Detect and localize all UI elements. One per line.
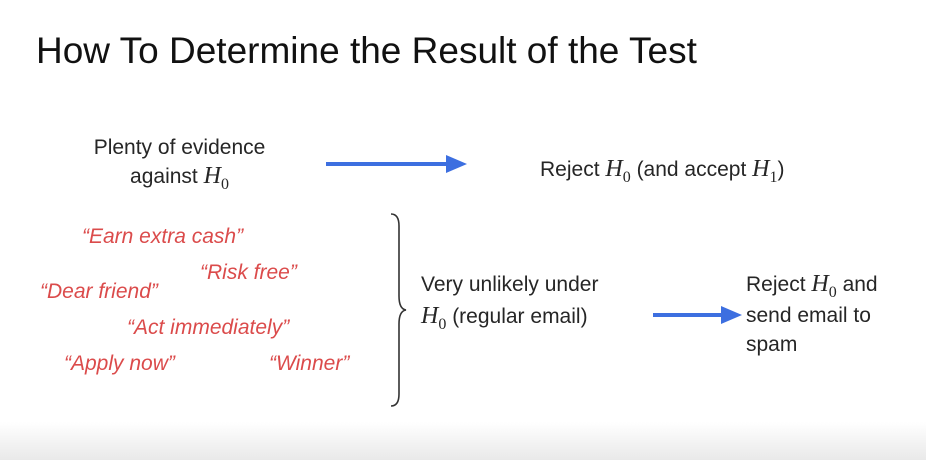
h0-symbol: H bbox=[421, 303, 439, 329]
spam-phrase: “Winner” bbox=[269, 352, 350, 375]
h0-subscript: 0 bbox=[220, 176, 229, 193]
reject-line2: send email to bbox=[746, 304, 871, 327]
reject-line1: Reject H0 and bbox=[746, 271, 878, 301]
spam-phrase: “Dear friend” bbox=[40, 280, 158, 303]
unlikely-line1: Very unlikely under bbox=[421, 273, 599, 296]
h1-subscript: 1 bbox=[769, 169, 778, 186]
h0-symbol: H bbox=[811, 271, 829, 297]
spam-phrase: “Earn extra cash” bbox=[82, 225, 244, 248]
spam-phrase: “Act immediately” bbox=[127, 316, 290, 339]
slide: How To Determine the Result of the Test … bbox=[0, 0, 926, 460]
h0-subscript: 0 bbox=[438, 316, 447, 333]
reject-h0-accept-h1-text: Reject H0 (and accept H1) bbox=[540, 156, 785, 186]
spam-phrase: “Risk free” bbox=[200, 261, 297, 284]
evidence-line1: Plenty of evidence bbox=[93, 136, 266, 159]
h0-subscript: 0 bbox=[828, 284, 837, 301]
top-arrow-icon bbox=[326, 155, 467, 173]
h0-subscript: 0 bbox=[622, 169, 631, 186]
unlikely-text: Very unlikely under H0 (regular email) bbox=[421, 270, 598, 333]
bottom-arrow-icon bbox=[653, 306, 742, 324]
h1-symbol: H bbox=[752, 156, 770, 182]
h0-symbol: H bbox=[605, 156, 623, 182]
bottom-shade bbox=[0, 422, 926, 460]
slide-title: How To Determine the Result of the Test bbox=[36, 30, 697, 71]
spam-phrase: “Apply now” bbox=[64, 352, 175, 375]
evidence-text: Plenty of evidence against H0 bbox=[72, 133, 287, 193]
reject-send-to-spam-text: Reject H0 and send email to spam bbox=[746, 270, 878, 359]
unlikely-line2: H0 (regular email) bbox=[421, 303, 588, 333]
curly-brace-icon bbox=[390, 213, 407, 407]
h0-symbol: H bbox=[203, 163, 221, 189]
reject-line3: spam bbox=[746, 333, 798, 356]
evidence-line2: against H0 bbox=[130, 163, 229, 193]
